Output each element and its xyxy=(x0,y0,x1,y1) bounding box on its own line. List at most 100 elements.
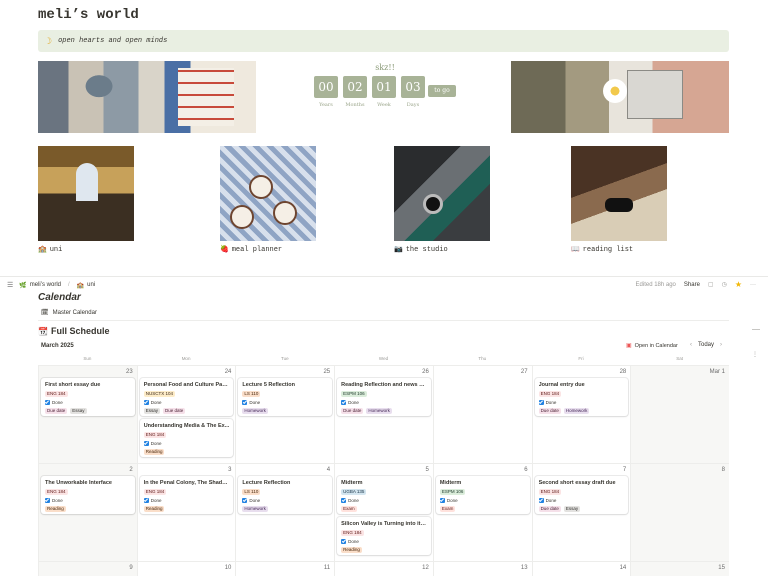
done-checkbox[interactable]: Done xyxy=(439,498,526,503)
breadcrumb-root[interactable]: meli’s world xyxy=(30,282,61,288)
done-checkbox[interactable]: Done xyxy=(538,400,625,405)
checkbox-icon xyxy=(341,498,347,503)
more-icon[interactable]: ··· xyxy=(750,282,756,288)
countdown-weeks: 01 xyxy=(372,76,396,98)
comment-icon[interactable]: ▢ xyxy=(708,281,714,288)
chevron-right-icon[interactable]: › xyxy=(720,342,722,348)
calendar-day-cell[interactable]: 2 The Unworkable Interface ENG 184 Done Read… xyxy=(38,463,137,561)
calendar-day-cell[interactable]: 15 xyxy=(630,561,729,576)
calendar-day-cell[interactable]: 14 xyxy=(531,561,631,576)
done-checkbox[interactable]: Done xyxy=(143,498,230,503)
done-checkbox[interactable]: Done xyxy=(242,400,328,405)
course-tag: ESPM 106 xyxy=(341,391,367,397)
event-card[interactable]: Personal Food and Culture Pap... NUSCTX 1… xyxy=(139,378,234,416)
clock-icon[interactable]: ◷ xyxy=(722,281,727,288)
countdown-widget: skz!! 00 02 01 03 Years Months Week Days… xyxy=(312,62,458,114)
tile-link-meal-planner[interactable]: 🍓 meal planner xyxy=(220,245,282,255)
topbar: ☰ 🌿 meli’s world / 🏫 uni Edited 18h ago … xyxy=(0,277,768,293)
done-checkbox[interactable]: Done xyxy=(341,498,427,503)
done-checkbox[interactable]: Done xyxy=(341,400,427,405)
calendar-day-cell[interactable]: 11 xyxy=(235,561,335,576)
breadcrumb-child[interactable]: uni xyxy=(87,282,95,288)
event-title: Lecture Reflection xyxy=(242,480,291,486)
calendar-day-cell[interactable]: 12 xyxy=(334,561,433,576)
event-card[interactable]: Midterm ESPM 106 Done Exam xyxy=(435,476,530,514)
event-card[interactable]: Understanding Media & The Ex... ENG 184 Do… xyxy=(139,419,234,457)
calendar-day-cell[interactable]: 3 In the Penal Colony, The Shado... ENG 18… xyxy=(136,463,236,561)
done-checkbox[interactable]: Done xyxy=(45,498,131,503)
calendar-day-cell[interactable]: 5 Midterm UGBA 135 Done Exam Silicon Valley i… xyxy=(334,463,433,561)
calendar-day-cell[interactable]: 25 Lecture 5 Reflection LS 110 Done Homework xyxy=(235,365,335,463)
calendar-day-cell[interactable]: 6 Midterm ESPM 106 Done Exam xyxy=(432,463,532,561)
checkbox-icon xyxy=(242,498,248,503)
calendar-day-cell[interactable]: 13 xyxy=(432,561,532,576)
open-in-calendar-button[interactable]: ▣ Open in Calendar xyxy=(626,342,678,350)
done-checkbox[interactable]: Done xyxy=(538,498,625,503)
tile-image-reading-list[interactable] xyxy=(571,146,667,241)
done-checkbox[interactable]: Done xyxy=(45,400,131,405)
star-icon[interactable]: ★ xyxy=(735,280,742,289)
page-title: meli’s world xyxy=(38,7,139,23)
tile-image-the-studio[interactable] xyxy=(394,146,490,241)
calendar-day-cell[interactable]: 10 xyxy=(136,561,236,576)
course-tag: LS 110 xyxy=(242,489,261,495)
moon-icon: ☽ xyxy=(44,35,53,46)
tile-link-the-studio[interactable]: 📷 the studio xyxy=(394,245,448,255)
tile-link-uni[interactable]: 🏫 uni xyxy=(38,245,62,255)
event-card[interactable]: Silicon Valley is Turning into its... ENG… xyxy=(337,517,431,555)
event-card[interactable]: The Unworkable Interface ENG 184 Done Readi… xyxy=(41,476,135,514)
camera-icon: 📷 xyxy=(394,246,403,254)
banner-image-right xyxy=(511,61,729,133)
calendar-day-cell[interactable]: 4 Lecture Reflection LS 110 Done Homework xyxy=(235,463,335,561)
today-button[interactable]: Today xyxy=(698,342,714,348)
type-tag: Essay xyxy=(70,408,87,414)
event-card[interactable]: Midterm UGBA 135 Done Exam xyxy=(337,476,431,514)
type-tag: Exam xyxy=(341,506,357,512)
menu-icon[interactable]: ☰ xyxy=(7,281,13,289)
tile-image-uni[interactable] xyxy=(38,146,134,241)
share-button[interactable]: Share xyxy=(684,282,700,288)
event-title: Understanding Media & The Ex... xyxy=(143,423,230,429)
event-card[interactable]: Reading Reflection and news p... ESPM 106… xyxy=(337,378,431,416)
done-checkbox[interactable]: Done xyxy=(242,498,328,503)
calendar-day-cell[interactable]: 23 First short essay due ENG 184 Done Due da… xyxy=(38,365,137,463)
done-checkbox[interactable]: Done xyxy=(143,441,230,446)
event-card[interactable]: First short essay due ENG 184 Done Due date… xyxy=(41,378,135,416)
type-tag: Reading xyxy=(341,547,362,553)
type-tag: Due date xyxy=(341,408,364,414)
calendar-day-cell[interactable]: 24 Personal Food and Culture Pap... NUSCTX… xyxy=(136,365,236,463)
calendar-day-cell[interactable]: 9 xyxy=(38,561,137,576)
type-tag: Homework xyxy=(366,408,392,414)
divider xyxy=(38,320,729,321)
more-icon[interactable]: ⋮ xyxy=(752,351,758,358)
checkbox-icon xyxy=(143,498,149,503)
event-card[interactable]: Lecture Reflection LS 110 Done Homework xyxy=(238,476,333,514)
calendar-day-cell[interactable]: 7 Second short essay draft due ENG 184 Done… xyxy=(531,463,631,561)
calendar-day-cell[interactable]: 8 xyxy=(630,463,729,561)
done-label: Done xyxy=(348,400,359,405)
breadcrumb: 🌿 meli’s world / 🏫 uni xyxy=(19,282,95,289)
calendar-day-cell[interactable]: 28 Journal entry due ENG 184 Done Due date Ho… xyxy=(531,365,631,463)
done-checkbox[interactable]: Done xyxy=(341,539,427,544)
calendar-day-cell[interactable]: 26 Reading Reflection and news p... ESPM 1… xyxy=(334,365,433,463)
breadcrumb-separator: / xyxy=(68,282,70,288)
calendar-day-cell[interactable]: Mar 1 xyxy=(630,365,729,463)
event-card[interactable]: Lecture 5 Reflection LS 110 Done Homework xyxy=(238,378,333,416)
master-calendar-link[interactable]: 🗓 Master Calendar xyxy=(41,309,97,317)
type-tag: Essay xyxy=(143,408,160,414)
chevron-left-icon[interactable]: ‹ xyxy=(690,342,692,348)
day-number: 26 xyxy=(422,369,429,375)
book-icon: 📖 xyxy=(571,246,580,254)
calendar-day-cell[interactable]: 27 xyxy=(432,365,532,463)
event-card[interactable]: Journal entry due ENG 184 Done Due date Home… xyxy=(534,378,629,416)
weekday-tue: Tue xyxy=(281,356,289,361)
event-card[interactable]: In the Penal Colony, The Shado... ENG 184… xyxy=(139,476,234,514)
course-tag: ENG 184 xyxy=(341,530,364,536)
tile-link-reading-list[interactable]: 📖 reading list xyxy=(571,245,633,255)
checkbox-icon xyxy=(341,400,347,405)
tile-image-meal-planner[interactable] xyxy=(220,146,316,241)
countdown-label: Months xyxy=(345,102,365,108)
course-tag: ENG 184 xyxy=(45,489,68,495)
done-checkbox[interactable]: Done xyxy=(143,400,230,405)
event-card[interactable]: Second short essay draft due ENG 184 Done D… xyxy=(534,476,629,514)
